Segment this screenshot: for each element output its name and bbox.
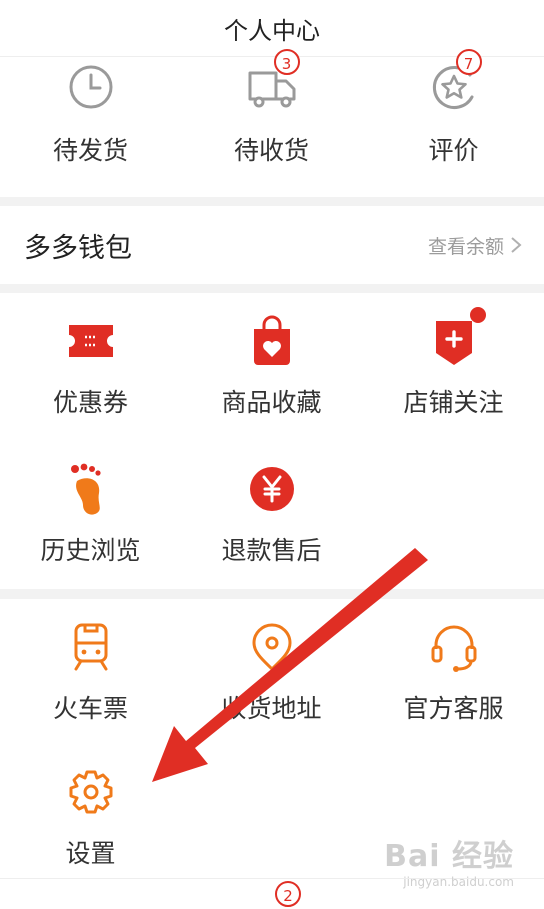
badge-count: 3 [273,49,300,75]
page-title: 个人中心 [224,16,320,45]
notification-dot [469,307,486,323]
badge-count: 2 [275,881,301,907]
chevron-right-icon [511,237,522,253]
service-item-label: 退款售后 [221,536,322,565]
coupon-icon [63,313,119,369]
order-item-label: 评价 [428,136,479,165]
order-item-review[interactable]: 7 评价 [363,49,544,167]
service-item-coupon[interactable]: 优惠券 [0,313,181,419]
section-divider [0,197,544,206]
service-item-label: 店铺关注 [403,388,504,417]
order-item-pending-shipment[interactable]: 待发货 [0,61,181,167]
service-item-label: 优惠券 [52,388,128,417]
section-divider [0,284,544,293]
order-item-label: 待收货 [233,136,309,165]
service-item-history[interactable]: 历史浏览 [0,461,181,567]
service-item-store-follow[interactable]: 店铺关注 [363,307,544,419]
tool-item-label: 收货地址 [221,694,322,723]
refund-yuan-icon [244,461,300,517]
order-item-label: 待发货 [52,136,128,165]
tool-item-label: 官方客服 [403,694,504,723]
wallet-row[interactable]: 多多钱包 查看余额 [0,206,544,284]
store-follow-icon [426,307,486,369]
clock-icon [63,61,119,117]
orders-section: 待发货 3 待收货 7 评价 [0,49,544,197]
view-balance-link[interactable]: 查看余额 [428,232,522,259]
tool-item-label: 设置 [65,839,116,868]
order-item-pending-receipt[interactable]: 3 待收货 [181,49,362,167]
badge-count: 7 [455,49,482,75]
wallet-title: 多多钱包 [24,232,132,264]
location-pin-icon [244,619,300,675]
service-item-label: 历史浏览 [40,536,141,565]
headset-icon [426,619,482,675]
truck-icon: 3 [244,49,300,117]
favorite-bag-icon [244,313,300,369]
baidu-jingyan-watermark: Bai 经验 jingyan.baidu.com [384,831,514,889]
tool-item-train-ticket[interactable]: 火车票 [0,619,181,725]
tool-item-customer-service[interactable]: 官方客服 [363,619,544,725]
view-balance-label: 查看余额 [427,235,504,258]
service-item-favorites[interactable]: 商品收藏 [181,313,362,419]
service-item-refund[interactable]: 退款售后 [181,461,362,567]
service-item-label: 商品收藏 [221,388,322,417]
watermark-url: jingyan.baidu.com [403,875,514,889]
top-header: 个人中心 [0,0,544,57]
tool-item-address[interactable]: 收货地址 [181,619,362,725]
tool-item-settings[interactable]: 设置 [0,764,181,870]
star-review-icon: 7 [426,49,482,117]
train-icon [63,619,119,675]
section-divider [0,589,544,599]
settings-gear-icon [63,764,119,820]
watermark-logo: Bai 经验 [384,839,514,874]
footprint-icon [63,461,119,517]
tool-item-label: 火车票 [52,694,128,723]
services-section: 优惠券 商品收藏 店铺关注 历史浏览 退款售后 [0,293,544,589]
